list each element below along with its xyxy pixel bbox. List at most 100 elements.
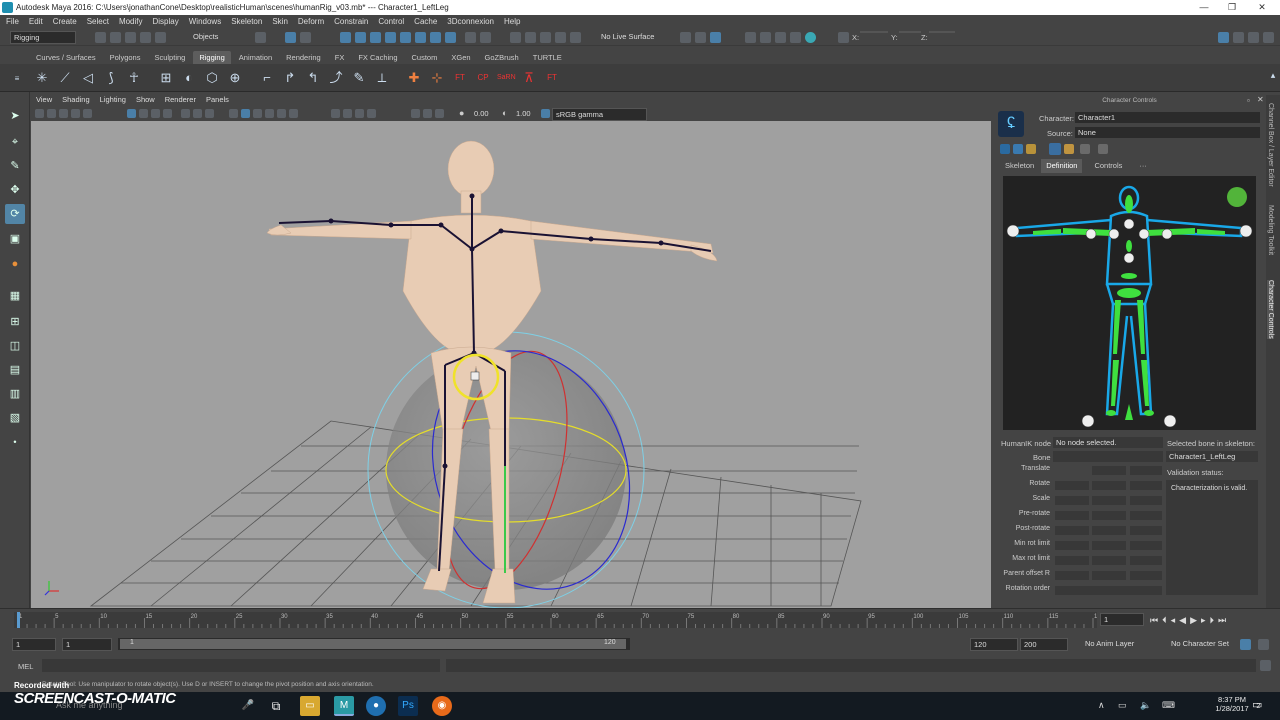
playback-end-field[interactable]: 120 [970, 638, 1018, 651]
shelf-tab-fx-caching[interactable]: FX Caching [352, 51, 403, 64]
side-tab-character-controls[interactable]: Character Controls [1267, 280, 1274, 339]
redo-icon[interactable] [155, 32, 166, 43]
current-frame-field[interactable]: 1 [1100, 613, 1144, 626]
screen-space-ao-icon[interactable] [331, 109, 340, 118]
prerotate-z-cell[interactable] [1129, 510, 1163, 521]
lattice-icon[interactable]: ⬡ [203, 69, 221, 87]
xray-icon[interactable] [423, 109, 432, 118]
maxrot-z-cell[interactable] [1129, 555, 1163, 566]
maxrot-y-cell[interactable] [1091, 555, 1127, 566]
translate-x-cell[interactable] [1054, 465, 1056, 476]
menu-windows[interactable]: Windows [189, 17, 221, 26]
panel-menu-panels[interactable]: Panels [206, 95, 229, 107]
shelf-tab-polygons[interactable]: Polygons [104, 51, 147, 64]
object-mode-icon[interactable] [285, 32, 296, 43]
safe-action-icon[interactable] [193, 109, 202, 118]
create-joints-icon[interactable]: ✳ [33, 69, 51, 87]
shelf-tab-curves-surfaces[interactable]: Curves / Surfaces [30, 51, 102, 64]
construction-history-icon[interactable] [680, 32, 691, 43]
humanik-icon[interactable]: ☥ [125, 69, 143, 87]
nonlinear-icon[interactable]: ↰ [304, 69, 322, 87]
parentoffset-z-cell[interactable] [1129, 570, 1163, 581]
wrinkle-icon[interactable]: ⟂ [373, 69, 391, 87]
safe-title-icon[interactable] [205, 109, 214, 118]
menu-3dconnexion[interactable]: 3Dconnexion [447, 17, 494, 26]
network-icon[interactable]: ▭ [1118, 700, 1127, 711]
select-by-misc-icon[interactable] [445, 32, 456, 43]
shelf-tab-fx[interactable]: FX [329, 51, 351, 64]
mel-input[interactable] [42, 659, 440, 672]
hierarchy-mode-icon[interactable] [255, 32, 266, 43]
prerotate-x-cell[interactable] [1054, 510, 1090, 521]
hik-delete-icon[interactable] [1098, 144, 1108, 154]
shelf-options-icon[interactable]: ≡ [8, 70, 26, 88]
open-scene-icon[interactable] [110, 32, 121, 43]
panel-close-icon[interactable]: ✕ [1257, 95, 1264, 104]
wire-icon[interactable]: ✎ [350, 69, 368, 87]
anim-layer-dropdown[interactable]: No Anim Layer [1082, 638, 1162, 649]
camera-select-icon[interactable] [35, 109, 44, 118]
postrotate-y-cell[interactable] [1091, 525, 1127, 536]
minrot-y-cell[interactable] [1091, 540, 1127, 551]
menu-modify[interactable]: Modify [119, 17, 143, 26]
wireframe-on-shaded-icon[interactable] [253, 109, 262, 118]
wireframe-icon[interactable] [229, 109, 238, 118]
smooth-shade-icon[interactable] [241, 109, 250, 118]
panel-menu-lighting[interactable]: Lighting [100, 95, 126, 107]
perspective-viewport[interactable] [31, 121, 991, 608]
colorspace-dropdown[interactable]: sRGB gamma [552, 108, 647, 121]
gamma-field[interactable]: 1.00 [513, 108, 537, 119]
tab-definition[interactable]: Definition [1041, 159, 1083, 173]
menu-help[interactable]: Help [504, 17, 520, 26]
attribute-editor-icon[interactable] [1233, 32, 1244, 43]
translate-y-cell[interactable] [1091, 465, 1127, 476]
hik-define-icon[interactable] [1013, 144, 1023, 154]
render-frame-icon[interactable] [745, 32, 756, 43]
scale-tool-icon[interactable]: ▣ [5, 229, 25, 249]
freeze-transforms-2-icon[interactable]: FT [543, 69, 561, 87]
rotate-tool-icon[interactable]: ⟳ [5, 204, 25, 224]
single-pane-icon[interactable]: ▦ [5, 286, 25, 306]
file-explorer-icon[interactable]: ▭ [300, 696, 320, 716]
rotation-order-cell[interactable] [1054, 585, 1163, 596]
minimize-button[interactable]: — [1190, 0, 1218, 15]
snap-point-icon[interactable] [540, 32, 551, 43]
render-settings-icon[interactable] [775, 32, 786, 43]
auto-key-icon[interactable] [1240, 639, 1251, 650]
sculpt-deformer-icon[interactable]: ⤴ [327, 69, 345, 87]
menu-deform[interactable]: Deform [298, 17, 324, 26]
select-by-surface-icon[interactable] [385, 32, 396, 43]
snap-curve-icon[interactable] [525, 32, 536, 43]
mel-label[interactable]: MEL [18, 662, 33, 671]
menuset-dropdown[interactable]: Rigging [10, 31, 76, 44]
bind-skin-icon[interactable]: ⊞ [157, 69, 175, 87]
play-forward-icon[interactable]: ▶ [1190, 615, 1197, 626]
tab-more[interactable]: ··· [1134, 159, 1152, 173]
undo-icon[interactable] [140, 32, 151, 43]
menu-constrain[interactable]: Constrain [334, 17, 368, 26]
component-mode-icon[interactable] [300, 32, 311, 43]
menu-cache[interactable]: Cache [414, 17, 437, 26]
persp-graph-icon[interactable]: ▤ [5, 360, 25, 380]
shelf-tab-xgen[interactable]: XGen [445, 51, 476, 64]
tool-settings-icon[interactable] [1248, 32, 1259, 43]
close-button[interactable]: ✕ [1248, 0, 1276, 15]
isolate-select-icon[interactable] [411, 109, 420, 118]
rotate-manipulator[interactable] [367, 323, 662, 608]
ipr-render-icon[interactable] [760, 32, 771, 43]
y-coord-field[interactable] [899, 31, 921, 33]
keyboard-icon[interactable]: ⌨ [1162, 700, 1175, 711]
minrot-x-cell[interactable] [1054, 540, 1090, 551]
mirror-joint-icon[interactable]: ⊼ [520, 69, 538, 87]
step-forward-key-icon[interactable]: ⏵ [1210, 615, 1215, 626]
persp-graph-outliner-icon[interactable]: ▧ [5, 408, 25, 428]
wrap-icon[interactable]: ⌐ [258, 69, 276, 87]
transform-mode-icon[interactable] [838, 32, 849, 43]
scene-start-field[interactable]: 1 [12, 638, 56, 651]
side-by-side-icon[interactable]: ◫ [5, 336, 25, 356]
move-tool-icon[interactable]: ✥ [5, 180, 25, 200]
new-scene-icon[interactable] [95, 32, 106, 43]
hypershade-icon[interactable] [790, 32, 801, 43]
ik-handle-icon[interactable]: ◁ [79, 69, 97, 87]
side-tab-channel-box[interactable]: Channel Box / Layer Editor [1267, 103, 1274, 187]
